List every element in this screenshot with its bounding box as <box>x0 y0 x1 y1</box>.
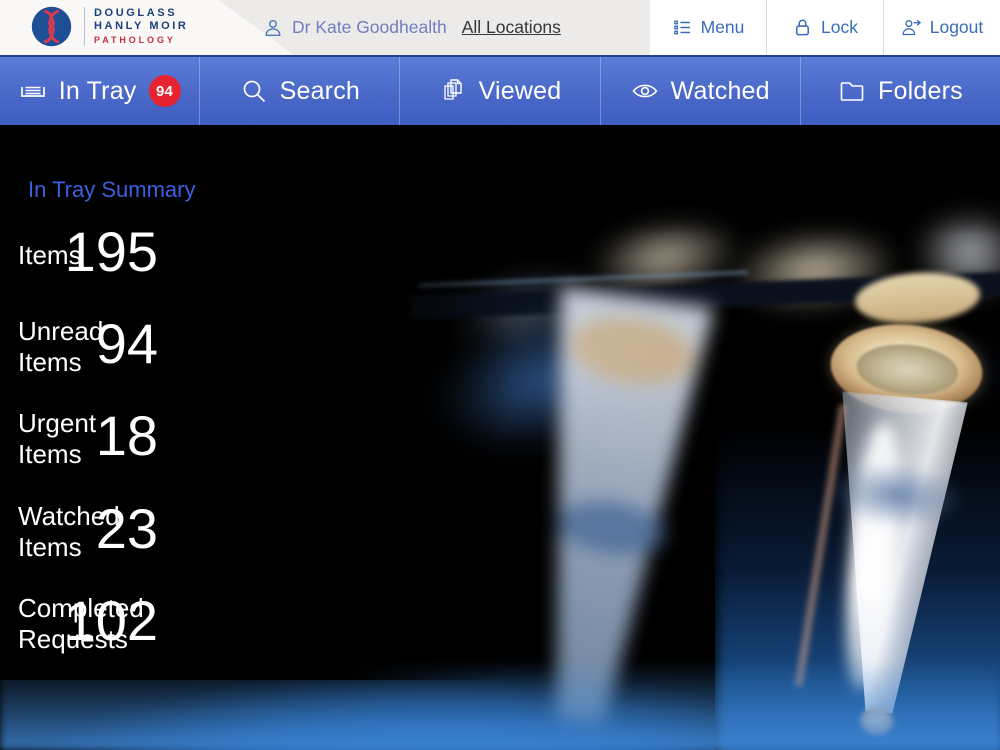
in-tray-summary: In Tray Summary 195 Items 94 Unread Item… <box>0 125 1000 750</box>
folder-icon <box>840 82 864 101</box>
all-locations-link[interactable]: All Locations <box>462 17 561 38</box>
stat-label: Urgent Items <box>18 408 97 469</box>
lock-icon <box>796 19 810 36</box>
lock-button[interactable]: Lock <box>766 0 883 55</box>
tab-watched[interactable]: Watched <box>599 57 800 125</box>
eye-icon <box>632 84 658 98</box>
logo-line-2: HANLY MOIR <box>94 20 189 32</box>
logout-icon <box>902 19 921 36</box>
pathology-app: DOUGLASS HANLY MOIR PATHOLOGY Dr Kate Go… <box>0 0 1000 750</box>
tab-label: Search <box>279 76 361 105</box>
tab-search[interactable]: Search <box>199 57 399 125</box>
user-area: Dr Kate Goodhealth All Locations <box>263 0 561 55</box>
logout-label: Logout <box>929 17 984 37</box>
menu-button[interactable]: Menu <box>650 0 766 55</box>
tab-label: Watched <box>670 76 770 105</box>
documents-icon <box>443 79 462 100</box>
tab-viewed[interactable]: Viewed <box>399 57 599 125</box>
stat-label: Items <box>18 239 82 270</box>
dna-logo-icon <box>31 6 72 47</box>
logo-text: DOUGLASS HANLY MOIR PATHOLOGY <box>84 7 188 46</box>
lock-label: Lock <box>821 17 858 37</box>
menu-list-icon <box>673 20 690 35</box>
tray-icon <box>20 86 45 97</box>
tab-label: In Tray <box>58 76 137 105</box>
menu-label: Menu <box>700 17 745 37</box>
stat-label: Unread Items <box>18 316 104 377</box>
in-tray-badge: 94 <box>148 75 181 107</box>
top-header: DOUGLASS HANLY MOIR PATHOLOGY Dr Kate Go… <box>0 0 1000 55</box>
header-actions: Menu Lock Logout <box>650 0 1000 55</box>
page-title: In Tray Summary <box>28 177 196 202</box>
logo-line-3: PATHOLOGY <box>94 35 176 45</box>
tab-label: Folders <box>878 76 963 105</box>
stat-label: Watched Items <box>18 501 120 562</box>
main-nav: In Tray 94 Search Viewed Watched Folders <box>0 55 1000 125</box>
tab-in-tray[interactable]: In Tray 94 <box>0 57 199 125</box>
person-icon <box>265 19 281 36</box>
main-content: In Tray Summary 195 Items 94 Unread Item… <box>0 125 1000 750</box>
user-name: Dr Kate Goodhealth <box>292 17 447 37</box>
tab-label: Viewed <box>478 76 562 105</box>
search-icon <box>243 80 265 102</box>
logo: DOUGLASS HANLY MOIR PATHOLOGY <box>30 5 188 48</box>
stat-label: Completed Requests <box>18 593 144 654</box>
logout-button[interactable]: Logout <box>883 0 1000 55</box>
tab-folders[interactable]: Folders <box>799 57 1000 125</box>
logo-line-1: DOUGLASS <box>94 7 178 19</box>
